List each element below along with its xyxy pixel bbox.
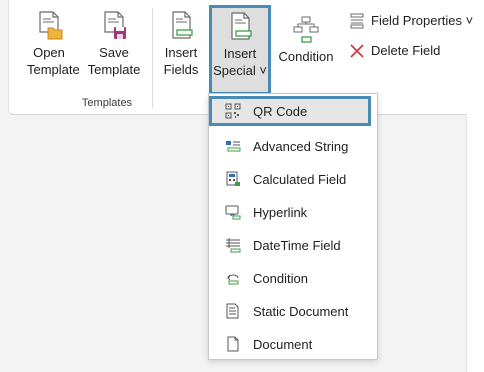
field-properties-button[interactable]: Field Properties ˅: [349, 10, 473, 32]
delete-field-button[interactable]: Delete Field: [349, 40, 440, 62]
right-pane: [466, 114, 484, 372]
calculator-icon: [226, 171, 240, 186]
menu-item-label: Document: [253, 336, 313, 352]
insert-fields-label: Insert Fields: [163, 45, 199, 77]
field-properties-label: Field Properties ˅: [371, 13, 474, 28]
menu-item-label: Static Document: [253, 303, 349, 319]
menu-item-label: QR Code: [253, 103, 308, 119]
insert-fields-button[interactable]: Insert Fields: [161, 4, 201, 92]
menu-item-calculated-field[interactable]: Calculated Field: [212, 164, 372, 194]
menu-item-label: Advanced String: [253, 138, 349, 154]
menu-item-hyperlink[interactable]: Hyperlink: [212, 197, 372, 227]
insert-special-icon: [231, 12, 252, 40]
menu-item-static-document[interactable]: Static Document: [212, 296, 372, 326]
field-properties-icon: [350, 13, 364, 29]
insert-special-menu: QR Code Advanced String Calculated Field…: [208, 93, 378, 360]
insert-special-button[interactable]: Insert Special ˅: [209, 5, 271, 95]
datetime-icon: [226, 238, 241, 253]
insert-fields-icon: [172, 11, 193, 39]
advanced-string-icon: [226, 141, 241, 152]
insert-special-label: Insert Special ˅: [213, 46, 267, 78]
save-template-icon: [104, 11, 126, 39]
menu-item-label: DateTime Field: [253, 237, 341, 253]
ribbon-separator: [152, 8, 153, 108]
condition-icon: [227, 274, 239, 285]
templates-group-label: Templates: [81, 97, 133, 109]
qr-code-icon: [225, 103, 241, 119]
menu-item-label: Condition: [253, 270, 308, 286]
open-template-icon: [39, 11, 63, 40]
delete-icon: [350, 44, 364, 58]
condition-button[interactable]: Condition: [275, 4, 337, 92]
menu-item-qr-code[interactable]: QR Code: [209, 96, 371, 126]
delete-field-label: Delete Field: [371, 43, 441, 58]
save-template-label: Save Template: [87, 45, 141, 77]
menu-item-document[interactable]: Document: [212, 329, 372, 359]
menu-item-label: Calculated Field: [253, 171, 347, 187]
condition-icon: [293, 16, 319, 43]
save-template-button[interactable]: Save Template: [85, 4, 143, 92]
static-document-icon: [226, 303, 239, 319]
menu-item-datetime-field[interactable]: DateTime Field: [212, 230, 372, 260]
open-template-button[interactable]: Open Template: [27, 4, 80, 92]
menu-item-condition[interactable]: Condition: [212, 263, 372, 293]
condition-label: Condition: [278, 49, 334, 64]
open-template-label: Open Template: [27, 45, 80, 77]
menu-item-advanced-string[interactable]: Advanced String: [212, 131, 372, 161]
document-icon: [227, 336, 239, 352]
menu-item-label: Hyperlink: [253, 204, 308, 220]
hyperlink-icon: [225, 205, 241, 220]
